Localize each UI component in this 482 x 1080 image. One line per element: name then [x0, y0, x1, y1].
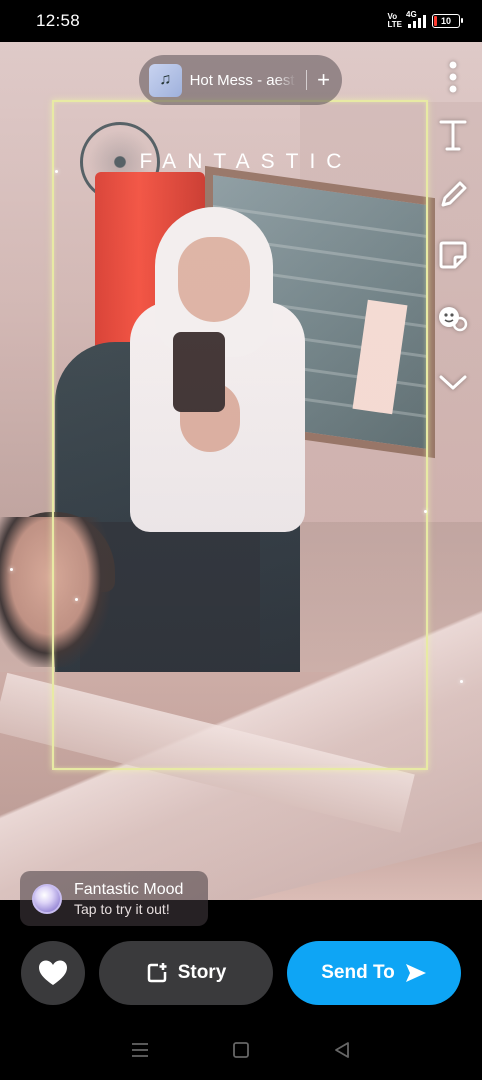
lens-icon[interactable]	[434, 300, 472, 338]
lens-frame-border	[52, 100, 428, 770]
battery-icon: 10	[432, 14, 463, 28]
back-triangle-icon[interactable]	[327, 1035, 357, 1065]
caption-text[interactable]: FANTASTIC	[0, 150, 482, 174]
status-indicators: Vo LTE 4G 10	[387, 10, 463, 29]
battery-fill	[434, 16, 437, 26]
sticker-icon[interactable]	[434, 236, 472, 274]
mood-orb-icon	[32, 883, 62, 914]
system-nav-bar	[0, 1020, 482, 1080]
edit-toolbar	[434, 58, 472, 432]
more-options-icon[interactable]	[434, 58, 472, 96]
pencil-icon[interactable]	[434, 176, 472, 214]
volte-bottom-label: LTE	[387, 20, 402, 29]
mood-subtitle: Tap to try it out!	[74, 900, 170, 917]
text-tool-icon[interactable]	[434, 116, 472, 154]
music-title: Hot Mess - aesthetic	[189, 71, 297, 89]
story-label: Story	[177, 962, 227, 983]
fantastic-mood-chip[interactable]: Fantastic Mood Tap to try it out!	[20, 871, 208, 926]
home-square-icon[interactable]	[226, 1035, 256, 1065]
send-label: Send To	[321, 962, 395, 983]
music-sticker[interactable]: ♫ Hot Mess - aesthetic +	[139, 55, 342, 105]
chevron-down-icon[interactable]	[434, 364, 472, 402]
status-time: 12:58	[36, 11, 81, 30]
network-type: 4G	[406, 10, 417, 19]
status-bar: 12:58 Vo LTE 4G 10	[0, 0, 482, 42]
add-story-icon	[147, 963, 167, 983]
send-arrow-icon	[405, 964, 426, 982]
battery-level: 10	[440, 16, 451, 26]
send-to-button[interactable]: Send To	[287, 941, 461, 1005]
favorite-button[interactable]	[21, 941, 85, 1005]
music-album-art: ♫	[149, 63, 182, 97]
heart-icon	[39, 960, 67, 985]
mood-title: Fantastic Mood	[74, 880, 184, 898]
story-button[interactable]: Story	[99, 941, 273, 1005]
signal-icon: 4G	[406, 10, 426, 28]
menu-icon[interactable]	[125, 1035, 155, 1065]
volte-indicator: Vo LTE	[387, 13, 402, 29]
add-music-button[interactable]: +	[317, 69, 330, 91]
